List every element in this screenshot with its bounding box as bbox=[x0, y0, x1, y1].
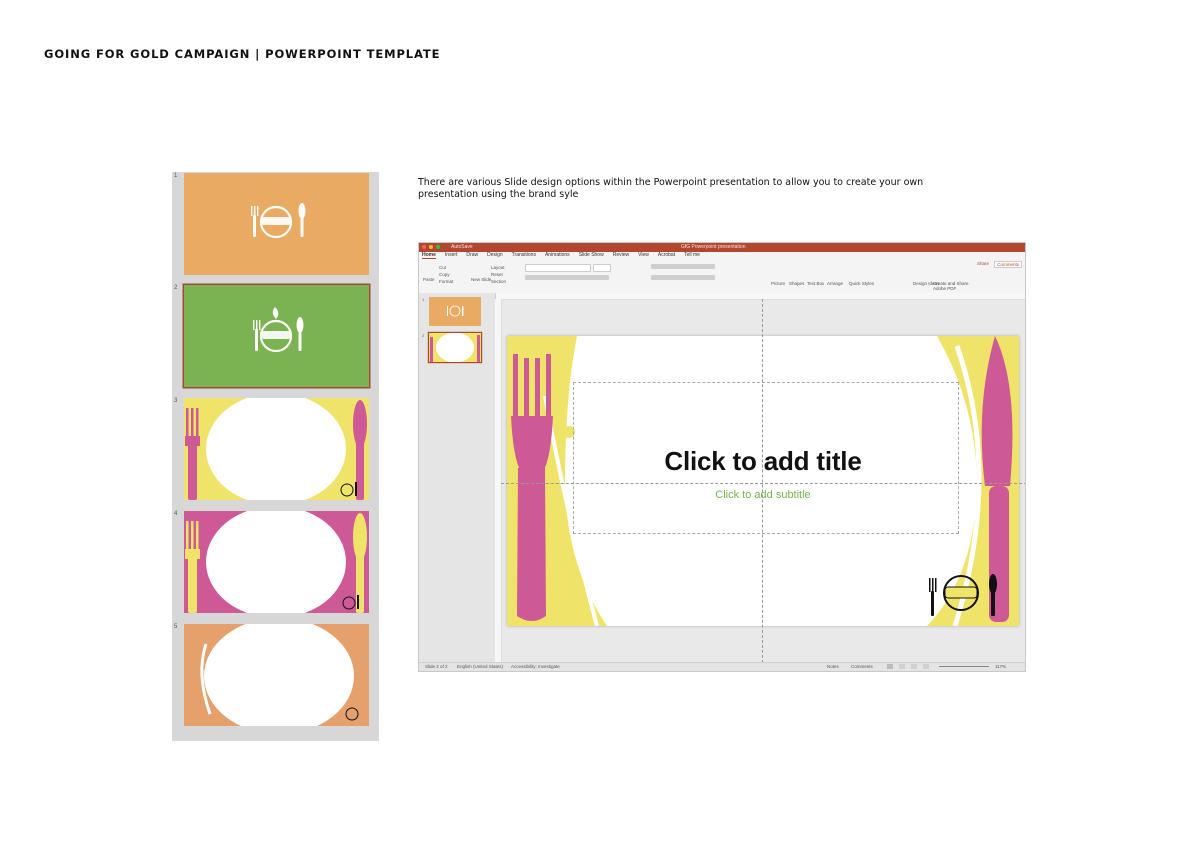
notes-button[interactable]: Notes bbox=[827, 664, 839, 669]
orange-logo-slide-art bbox=[429, 297, 481, 326]
slide-sorter-icon[interactable] bbox=[899, 664, 905, 669]
font-select[interactable] bbox=[525, 264, 591, 272]
orange-plate-slide-art bbox=[184, 624, 369, 726]
orange-logo-slide-art bbox=[184, 173, 369, 275]
panel-slide-number: 2 bbox=[422, 333, 425, 338]
tab-insert[interactable]: Insert bbox=[445, 252, 458, 259]
ribbon-tabs: Home Insert Draw Design Transitions Anim… bbox=[419, 252, 1025, 259]
ribbon: Share Comments Paste Cut Copy Format New… bbox=[419, 259, 1025, 294]
layout-button[interactable]: Layout bbox=[491, 265, 505, 270]
thumbnail-number: 4 bbox=[174, 511, 178, 517]
format-button[interactable]: Format bbox=[439, 279, 453, 284]
horizontal-ruler bbox=[495, 293, 1025, 300]
document-title: GOING FOR GOLD CAMPAIGN | POWERPOINT TEM… bbox=[44, 47, 441, 61]
yellow-plate-slide-art bbox=[184, 398, 369, 500]
comments-status-button[interactable]: Comments bbox=[851, 664, 873, 669]
comments-button[interactable]: Comments bbox=[994, 261, 1022, 268]
quick-styles-button[interactable]: Quick Styles bbox=[849, 281, 874, 286]
close-icon[interactable] bbox=[422, 245, 426, 249]
yellow-plate-slide-art bbox=[429, 333, 481, 362]
tab-design[interactable]: Design bbox=[487, 252, 503, 259]
slideshow-icon[interactable] bbox=[923, 664, 929, 669]
thumbnail-slide-2[interactable] bbox=[184, 285, 369, 387]
tab-tell-me[interactable]: Tell me bbox=[684, 252, 700, 259]
arrange-button[interactable]: Arrange bbox=[827, 281, 843, 286]
powerpoint-window: AutoSave GfG Powerpoint presentation Hom… bbox=[418, 242, 1026, 672]
section-button[interactable]: Section bbox=[491, 279, 506, 284]
panel-thumbnail-2[interactable] bbox=[429, 333, 481, 362]
copy-button[interactable]: Copy bbox=[439, 272, 450, 277]
tab-transitions[interactable]: Transitions bbox=[512, 252, 536, 259]
share-button[interactable]: Share bbox=[977, 261, 989, 266]
panel-thumbnail-1[interactable] bbox=[429, 297, 481, 326]
tab-acrobat[interactable]: Acrobat bbox=[658, 252, 675, 259]
zoom-level[interactable]: 117% bbox=[995, 664, 1006, 669]
font-formatting-group[interactable] bbox=[525, 275, 609, 280]
autosave-label[interactable]: AutoSave bbox=[451, 244, 473, 250]
thumbnail-number: 3 bbox=[174, 398, 178, 404]
panel-slide-number: 1 bbox=[422, 297, 425, 302]
slide-count: Slide 2 of 2 bbox=[425, 664, 448, 669]
thumbnail-slide-5[interactable] bbox=[184, 624, 369, 726]
tab-animations[interactable]: Animations bbox=[545, 252, 570, 259]
picture-button[interactable]: Picture bbox=[771, 281, 785, 286]
status-bar: Slide 2 of 2 English (United States) Acc… bbox=[419, 662, 1025, 671]
alignment-group[interactable] bbox=[651, 275, 715, 280]
slide-thumbnail-strip: 1 2 3 4 5 bbox=[172, 172, 379, 741]
thumbnail-number: 5 bbox=[174, 624, 178, 630]
title-bar: AutoSave GfG Powerpoint presentation bbox=[419, 243, 1025, 252]
paragraph-group[interactable] bbox=[651, 264, 715, 269]
vertical-ruler bbox=[495, 299, 502, 663]
zoom-slider[interactable] bbox=[939, 666, 989, 667]
text-box-button[interactable]: Text Box bbox=[807, 281, 824, 286]
thumbnail-number: 1 bbox=[174, 173, 178, 179]
tab-home[interactable]: Home bbox=[422, 252, 436, 259]
reset-button[interactable]: Reset bbox=[491, 272, 503, 277]
slide-panel: 1 2 bbox=[419, 293, 496, 663]
slide-subtitle[interactable]: Click to add subtitle bbox=[507, 489, 1019, 501]
window-filename: GfG Powerpoint presentation bbox=[681, 244, 746, 250]
shapes-button[interactable]: Shapes bbox=[789, 281, 804, 286]
accessibility-status[interactable]: Accessibility: Investigate bbox=[511, 664, 560, 669]
create-pdf-button[interactable]: Create and Share Adobe PDF bbox=[933, 281, 969, 291]
green-logo-slide-art bbox=[184, 285, 369, 387]
tab-draw[interactable]: Draw bbox=[466, 252, 478, 259]
tab-review[interactable]: Review bbox=[613, 252, 629, 259]
caption-text: There are various Slide design options w… bbox=[418, 177, 924, 200]
thumbnail-slide-4[interactable] bbox=[184, 511, 369, 613]
language-status[interactable]: English (United States) bbox=[457, 664, 503, 669]
paste-button[interactable]: Paste bbox=[423, 277, 435, 282]
minimize-icon[interactable] bbox=[429, 245, 433, 249]
pink-plate-slide-art bbox=[184, 511, 369, 613]
font-size-select[interactable] bbox=[593, 264, 611, 272]
slide-title[interactable]: Click to add title bbox=[507, 446, 1019, 477]
vertical-guide bbox=[762, 299, 763, 663]
thumbnail-slide-3[interactable] bbox=[184, 398, 369, 500]
new-slide-button[interactable]: New Slide bbox=[471, 277, 491, 282]
cut-button[interactable]: Cut bbox=[439, 265, 446, 270]
reading-view-icon[interactable] bbox=[911, 664, 917, 669]
thumbnail-slide-1[interactable] bbox=[184, 173, 369, 275]
slide-canvas[interactable]: Click to add title Click to add subtitle bbox=[507, 336, 1019, 626]
horizontal-guide bbox=[501, 483, 1025, 484]
maximize-icon[interactable] bbox=[436, 245, 440, 249]
tab-slide-show[interactable]: Slide Show bbox=[579, 252, 604, 259]
thumbnail-number: 2 bbox=[174, 285, 178, 291]
normal-view-icon[interactable] bbox=[887, 664, 893, 669]
tab-view[interactable]: View bbox=[638, 252, 649, 259]
